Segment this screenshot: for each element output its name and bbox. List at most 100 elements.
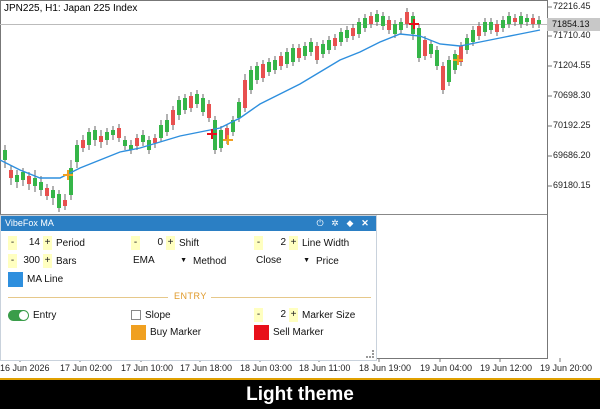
theme-banner: Light theme: [0, 378, 600, 409]
line-width-input[interactable]: 2: [263, 236, 289, 250]
bull-candle: [345, 30, 349, 38]
bull-candle: [537, 20, 541, 24]
bars-input[interactable]: 300: [17, 254, 43, 268]
bull-candle: [267, 62, 271, 72]
bull-candle: [237, 102, 241, 118]
resize-grip[interactable]: [366, 350, 374, 358]
slope-checkbox[interactable]: [131, 310, 141, 320]
price-level-label: 70698.30: [553, 90, 591, 100]
period-decrement-button[interactable]: -: [8, 236, 17, 250]
bull-candle: [399, 22, 403, 30]
bars-stepper: - 300 +: [8, 254, 52, 268]
method-value: EMA: [133, 255, 155, 266]
bull-candle: [21, 172, 25, 180]
time-axis-label: 18 Jun 11:00: [299, 363, 351, 373]
bull-candle: [57, 194, 61, 208]
shift-input[interactable]: 0: [140, 236, 166, 250]
bull-candle: [111, 130, 115, 135]
price-select[interactable]: Close ▼: [254, 254, 312, 268]
marker-size-row: - 2 + Marker Size: [254, 308, 355, 322]
bull-candle: [39, 182, 43, 190]
bull-candle: [417, 28, 421, 58]
panel-header[interactable]: VibeFox MA ⏻ ✲ ◆ ✕: [1, 216, 376, 231]
marker-size-label: Marker Size: [302, 309, 356, 321]
bull-candle: [357, 22, 361, 34]
bear-candle: [207, 104, 211, 118]
time-axis-label: 18 Jun 03:00: [240, 363, 293, 373]
period-increment-button[interactable]: +: [43, 236, 52, 250]
bear-candle: [351, 28, 355, 36]
close-icon[interactable]: ✕: [359, 216, 371, 231]
bear-candle: [513, 18, 517, 22]
bear-candle: [405, 12, 409, 24]
marker-size-increment-button[interactable]: +: [289, 308, 298, 322]
bull-candle: [51, 190, 55, 198]
line-width-increment-button[interactable]: +: [289, 236, 298, 250]
method-select[interactable]: EMA ▼: [131, 254, 189, 268]
price-level-label: 71204.55: [553, 60, 591, 70]
bull-candle: [141, 135, 145, 142]
bear-candle: [189, 96, 193, 108]
time-axis-label: 17 Jun 02:00: [60, 363, 113, 373]
bars-decrement-button[interactable]: -: [8, 254, 17, 268]
price-value: Close: [256, 255, 282, 266]
ma-line-color-swatch[interactable]: [8, 272, 23, 287]
shift-decrement-button[interactable]: -: [131, 236, 140, 250]
power-icon[interactable]: ⏻: [314, 216, 326, 231]
buy-marker-color-swatch[interactable]: [131, 325, 146, 340]
chevron-down-icon: ▼: [303, 257, 310, 264]
bear-candle: [297, 48, 301, 58]
bull-candle: [87, 132, 91, 145]
bull-candle: [309, 42, 313, 52]
vibefox-ma-panel: VibeFox MA ⏻ ✲ ◆ ✕ - 14 + Period - 0 + S…: [0, 215, 377, 361]
bull-candle: [15, 175, 19, 182]
panel-title: VibeFox MA: [5, 218, 54, 228]
bars-increment-button[interactable]: +: [43, 254, 52, 268]
time-axis-label: 17 Jun 10:00: [121, 363, 174, 373]
period-input[interactable]: 14: [17, 236, 43, 250]
bear-candle: [477, 26, 481, 36]
bear-candle: [99, 136, 103, 142]
line-width-row: - 2 + Line Width: [254, 236, 349, 250]
time-axis-label: 19 Jun 04:00: [420, 363, 473, 373]
price-level-label: 69180.15: [553, 180, 591, 190]
bull-candle: [507, 16, 511, 24]
bull-candle: [249, 70, 253, 90]
bear-candle: [45, 188, 49, 196]
bull-candle: [177, 100, 181, 115]
pin-icon[interactable]: ◆: [344, 216, 356, 231]
price-level-label: 71710.40: [553, 30, 591, 40]
bear-candle: [81, 140, 85, 148]
marker-size-input[interactable]: 2: [263, 308, 289, 322]
time-axis-label: 19 Jun 12:00: [480, 363, 533, 373]
marker-size-decrement-button[interactable]: -: [254, 308, 263, 322]
bear-candle: [423, 40, 427, 56]
bull-candle: [381, 16, 385, 26]
bear-candle: [117, 128, 121, 138]
entry-toggle[interactable]: [8, 309, 29, 321]
chevron-down-icon: ▼: [180, 257, 187, 264]
bear-candle: [369, 16, 373, 24]
sell-marker-row: Sell Marker: [254, 325, 324, 340]
bear-candle: [333, 38, 337, 46]
marker-size-stepper: - 2 +: [254, 308, 298, 322]
bull-candle: [435, 50, 439, 66]
bars-label: Bars: [56, 255, 77, 267]
bull-candle: [489, 22, 493, 30]
buy-marker-label: Buy Marker: [150, 327, 202, 338]
sell-marker-color-swatch[interactable]: [254, 325, 269, 340]
gear-icon[interactable]: ✲: [329, 216, 341, 231]
bull-candle: [93, 130, 97, 140]
bull-candle: [165, 120, 169, 132]
bear-candle: [27, 176, 31, 184]
sell-marker-label: Sell Marker: [273, 327, 324, 338]
bull-candle: [471, 30, 475, 42]
bull-candle: [285, 52, 289, 64]
bull-candle: [375, 14, 379, 22]
bull-candle: [447, 60, 451, 82]
price-level-label: 69686.20: [553, 150, 591, 160]
line-width-decrement-button[interactable]: -: [254, 236, 263, 250]
shift-increment-button[interactable]: +: [166, 236, 175, 250]
bull-candle: [303, 46, 307, 56]
shift-label: Shift: [179, 237, 200, 249]
